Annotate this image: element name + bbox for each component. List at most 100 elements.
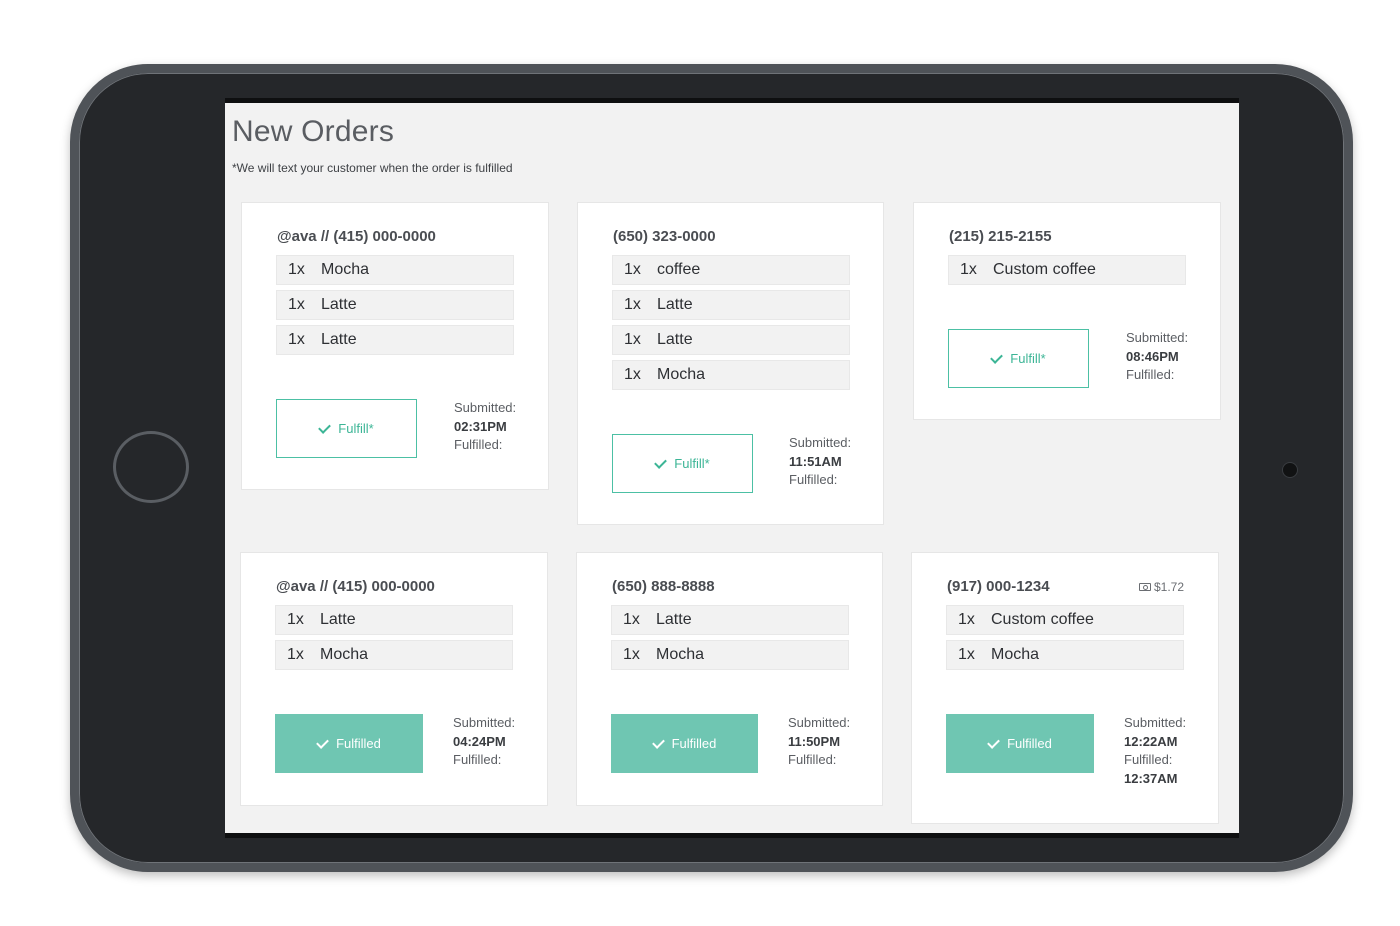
item-name: Mocha <box>657 366 706 383</box>
item-name: Latte <box>320 611 356 628</box>
fulfilled-label: Fulfilled: <box>454 437 503 452</box>
fulfilled-button[interactable]: Fulfilled <box>611 714 758 773</box>
order-meta: Submitted: 12:22AM Fulfilled: 12:37AM <box>1124 714 1186 788</box>
order-items: 1x Custom coffee <box>948 255 1186 290</box>
order-item: 1x Mocha <box>276 255 514 285</box>
item-qty: 1x <box>288 296 305 313</box>
item-name: Mocha <box>321 261 370 278</box>
check-icon <box>318 420 332 434</box>
fulfilled-button[interactable]: Fulfilled <box>946 714 1094 773</box>
home-button <box>113 431 189 503</box>
submitted-label: Submitted: <box>789 435 852 450</box>
order-items: 1x Latte 1x Mocha <box>275 605 513 675</box>
fulfill-button-label: Fulfill* <box>1010 351 1046 366</box>
order-item: 1x Mocha <box>946 640 1184 670</box>
item-qty: 1x <box>958 611 975 628</box>
order-card: (917) 000-1234 $1.72 1x Custom coffee 1x M… <box>911 552 1219 824</box>
fulfilled-label: Fulfilled: <box>788 752 837 767</box>
order-card: (650) 323-0000 1x coffee 1x Latte 1x Latte … <box>577 202 884 525</box>
customer-label: (215) 215-2155 <box>949 228 1052 245</box>
tip-amount: $1.72 <box>1138 580 1184 594</box>
item-qty: 1x <box>624 296 641 313</box>
fulfill-button[interactable]: Fulfill* <box>276 399 417 458</box>
order-card: (650) 888-8888 1x Latte 1x Mocha Fulfilled… <box>576 552 883 806</box>
order-meta: Submitted: 02:31PM Fulfilled: <box>454 399 516 455</box>
order-item: 1x Mocha <box>275 640 513 670</box>
tip-value: $1.72 <box>1153 580 1184 594</box>
order-card: @ava // (415) 000-0000 1x Latte 1x Mocha F… <box>240 552 548 806</box>
item-qty: 1x <box>287 646 304 663</box>
item-name: Latte <box>321 296 357 313</box>
submitted-time: 04:24PM <box>453 733 506 749</box>
customer-label: (650) 888-8888 <box>612 578 715 595</box>
order-item: 1x Custom coffee <box>946 605 1184 635</box>
item-qty: 1x <box>287 611 304 628</box>
item-qty: 1x <box>624 366 641 383</box>
submitted-label: Submitted: <box>788 715 851 730</box>
item-qty: 1x <box>958 646 975 663</box>
item-qty: 1x <box>288 261 305 278</box>
item-name: Custom coffee <box>993 261 1096 278</box>
app-screen: New Orders *We will text your customer w… <box>225 98 1239 838</box>
customer-label: (650) 323-0000 <box>613 228 716 245</box>
submitted-time: 12:22AM <box>1124 733 1178 749</box>
fulfill-button-label: Fulfill* <box>338 421 374 436</box>
fulfilled-button-label: Fulfilled <box>671 736 717 751</box>
item-name: Latte <box>656 611 692 628</box>
order-item: 1x Mocha <box>611 640 849 670</box>
submitted-label: Submitted: <box>453 715 516 730</box>
order-item: 1x Custom coffee <box>948 255 1186 285</box>
item-qty: 1x <box>960 261 977 278</box>
item-qty: 1x <box>624 331 641 348</box>
submitted-label: Submitted: <box>454 400 517 415</box>
order-items: 1x Custom coffee 1x Mocha <box>946 605 1184 675</box>
submitted-time: 11:50PM <box>788 733 841 749</box>
order-meta: Submitted: 11:50PM Fulfilled: <box>788 714 850 770</box>
check-icon <box>651 735 665 749</box>
check-icon <box>990 350 1004 364</box>
fulfill-button-label: Fulfill* <box>674 456 710 471</box>
fulfilled-button-label: Fulfilled <box>1007 736 1052 751</box>
order-items: 1x coffee 1x Latte 1x Latte 1x Mocha <box>612 255 850 395</box>
item-qty: 1x <box>624 261 641 278</box>
order-items: 1x Mocha 1x Latte 1x Latte <box>276 255 514 360</box>
fulfill-button[interactable]: Fulfill* <box>948 329 1089 388</box>
item-name: coffee <box>657 261 701 278</box>
item-name: Latte <box>657 331 693 348</box>
cash-icon <box>1138 583 1151 591</box>
order-item: 1x Latte <box>612 290 850 320</box>
fulfill-button[interactable]: Fulfill* <box>612 434 753 493</box>
fulfilled-button-label: Fulfilled <box>336 736 381 751</box>
item-name: Mocha <box>991 646 1040 663</box>
order-meta: Submitted: 04:24PM Fulfilled: <box>453 714 515 770</box>
order-item: 1x Latte <box>611 605 849 635</box>
order-meta: Submitted: 11:51AM Fulfilled: <box>789 434 851 490</box>
item-name: Latte <box>657 296 693 313</box>
item-name: Mocha <box>320 646 369 663</box>
customer-label: @ava // (415) 000-0000 <box>276 578 435 595</box>
submitted-time: 08:46PM <box>1126 348 1179 364</box>
check-icon <box>987 735 1000 749</box>
submitted-time: 02:31PM <box>454 418 507 434</box>
submitted-label: Submitted: <box>1124 715 1187 730</box>
submitted-label: Submitted: <box>1126 330 1189 345</box>
order-item: 1x Latte <box>612 325 850 355</box>
check-icon <box>654 455 668 469</box>
customer-label: (917) 000-1234 <box>947 578 1050 595</box>
fulfilled-time: 12:37AM <box>1124 770 1178 786</box>
item-qty: 1x <box>288 331 305 348</box>
fulfilled-label: Fulfilled: <box>789 472 838 487</box>
item-name: Latte <box>321 331 357 348</box>
item-name: Custom coffee <box>991 611 1094 628</box>
page-note: *We will text your customer when the ord… <box>232 161 513 175</box>
fulfilled-button[interactable]: Fulfilled <box>275 714 423 773</box>
order-items: 1x Latte 1x Mocha <box>611 605 849 675</box>
page-title: New Orders <box>232 115 395 148</box>
customer-label: @ava // (415) 000-0000 <box>277 228 436 245</box>
order-item: 1x Latte <box>276 325 514 355</box>
order-item: 1x Mocha <box>612 360 850 390</box>
item-name: Mocha <box>656 646 705 663</box>
fulfilled-label: Fulfilled: <box>1124 752 1173 767</box>
submitted-time: 11:51AM <box>789 453 842 469</box>
fulfilled-label: Fulfilled: <box>453 752 502 767</box>
